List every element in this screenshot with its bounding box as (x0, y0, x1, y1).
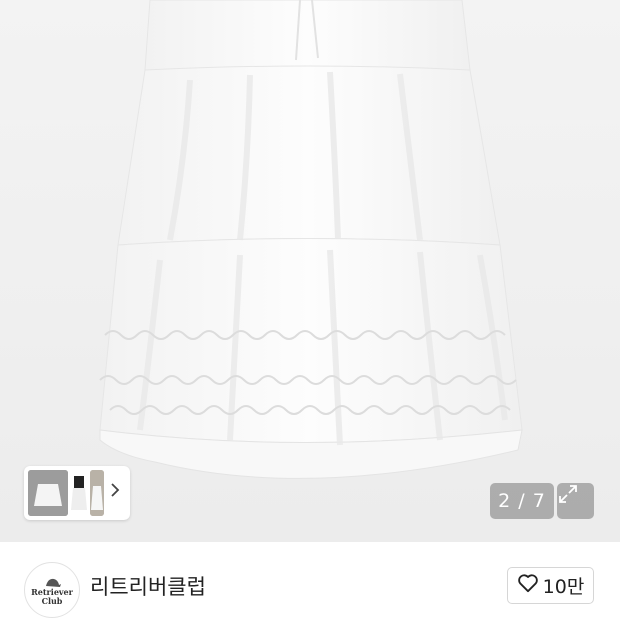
shop-avatar[interactable]: Retriever Club (24, 562, 80, 618)
like-button[interactable]: 10만 (507, 567, 594, 604)
shop-name[interactable]: 리트리버클럽 (90, 571, 206, 601)
thumbnail-strip[interactable] (24, 466, 130, 520)
product-image[interactable]: 2 / 7 (0, 0, 620, 542)
thumbnail-2[interactable] (69, 470, 89, 516)
heart-outline-icon (517, 573, 539, 598)
dog-logo-icon (46, 578, 61, 587)
chevron-right-icon[interactable] (110, 482, 124, 502)
shop-info-bar: Retriever Club 리트리버클럽 10만 (0, 542, 620, 620)
image-counter: 2 / 7 (490, 483, 554, 519)
logo-text-line2: Club (41, 596, 63, 606)
skirt-illustration (99, 0, 523, 479)
thumbnail-1[interactable] (28, 470, 68, 516)
like-count: 10만 (542, 576, 585, 598)
thumbnail-3[interactable] (90, 470, 104, 516)
expand-button[interactable] (557, 483, 594, 519)
